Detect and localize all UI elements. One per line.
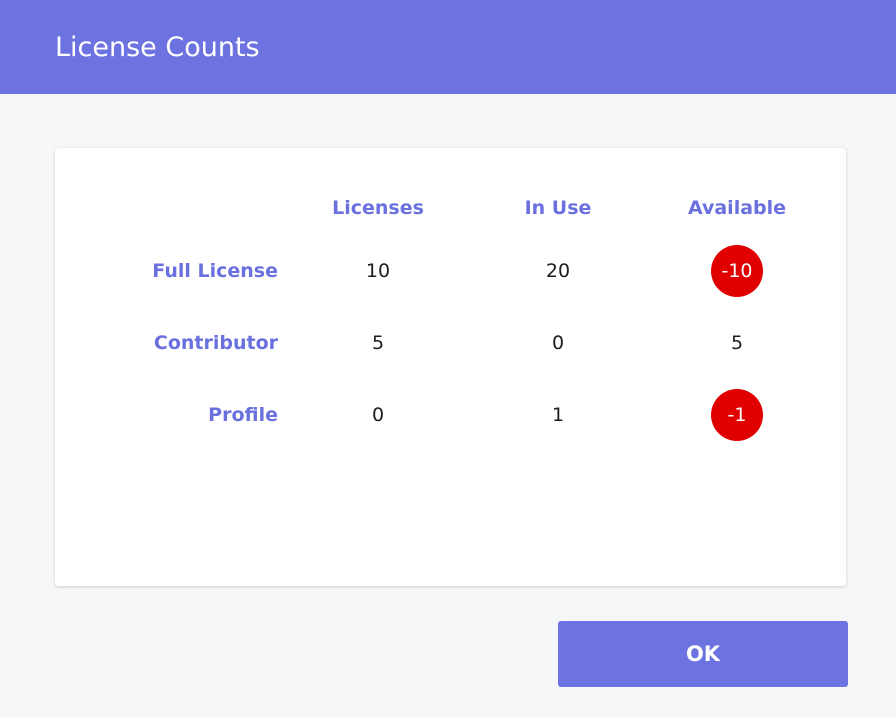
- licenses-cell: 0: [371, 404, 385, 426]
- column-header-licenses: Licenses: [332, 197, 424, 219]
- licenses-cell: 10: [365, 260, 391, 282]
- in-use-cell: 1: [551, 404, 565, 426]
- dialog-title-bar: License Counts: [0, 0, 896, 94]
- in-use-cell: 0: [551, 332, 565, 354]
- column-header-in-use: In Use: [524, 197, 592, 219]
- row-label-profile: Profile: [208, 404, 278, 426]
- row-label-full-license: Full License: [152, 260, 278, 282]
- available-negative-badge: -10: [711, 245, 763, 297]
- available-negative-badge: -1: [711, 389, 763, 441]
- available-cell: 5: [730, 332, 744, 354]
- license-counts-dialog: License Counts Licenses In Use Available…: [0, 0, 896, 718]
- licenses-cell: 5: [371, 332, 385, 354]
- ok-button[interactable]: OK: [558, 621, 848, 687]
- in-use-cell: 20: [545, 260, 571, 282]
- row-label-contributor: Contributor: [153, 332, 278, 354]
- column-header-available: Available: [687, 197, 787, 219]
- dialog-title: License Counts: [55, 32, 260, 63]
